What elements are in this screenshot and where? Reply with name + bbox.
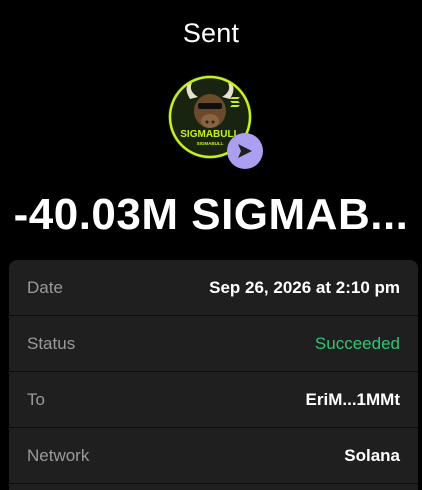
date-label: Date	[27, 277, 63, 297]
detail-row-network: Network Solana	[9, 428, 418, 484]
transaction-details: Date Sep 26, 2026 at 2:10 pm Status Succ…	[9, 260, 418, 490]
token-avatar: SIGMABULL SIGMABULL	[168, 75, 266, 173]
transaction-amount: -40.03M SIGMAB...	[13, 190, 409, 239]
network-label: Network	[27, 445, 90, 465]
status-value: Succeeded	[314, 333, 400, 353]
network-value: Solana	[344, 445, 400, 465]
send-arrow-icon	[227, 133, 263, 169]
recipient-address[interactable]: EriM...1MMt	[306, 390, 400, 410]
detail-row-to[interactable]: To EriM...1MMt	[9, 372, 418, 428]
transaction-detail-screen: Sent SIGMABULL SIGMABULL -40.03M SIGMAB.…	[0, 0, 422, 490]
logo-subtext: SIGMABULL	[197, 141, 224, 146]
detail-row-date: Date Sep 26, 2026 at 2:10 pm	[9, 260, 418, 316]
to-label: To	[27, 389, 45, 409]
date-value: Sep 26, 2026 at 2:10 pm	[209, 277, 400, 297]
status-label: Status	[27, 333, 76, 353]
detail-row-status: Status Succeeded	[9, 316, 418, 372]
page-title: Sent	[182, 18, 240, 48]
